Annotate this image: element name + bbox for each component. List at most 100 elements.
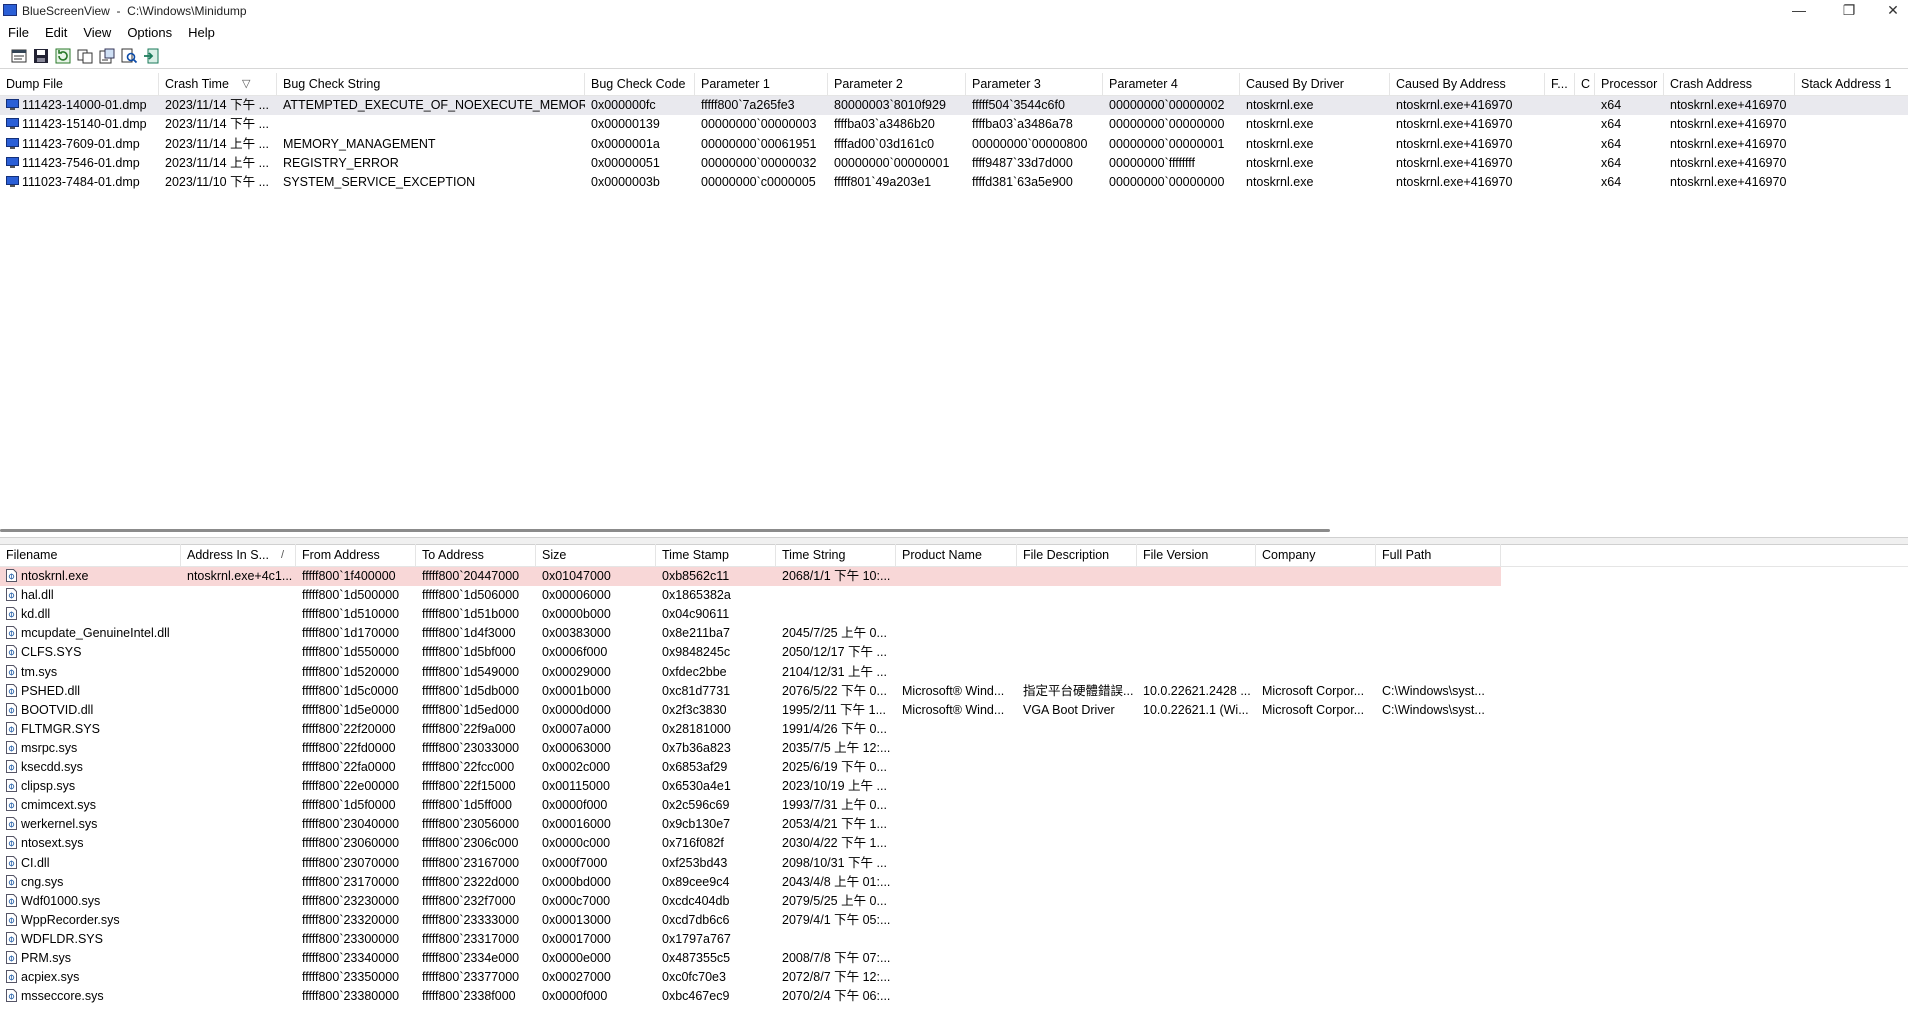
driver-row[interactable]: tm.sys fffff800`1d520000 fffff800`1d549000…: [0, 663, 1908, 682]
menu-file[interactable]: File: [0, 22, 37, 40]
driver-row[interactable]: kd.dll fffff800`1d510000 fffff800`1d51b000…: [0, 605, 1908, 624]
menu-help[interactable]: Help: [180, 22, 223, 40]
cell-to-address: fffff800`23033000: [416, 739, 536, 758]
driver-row[interactable]: cmimcext.sys fffff800`1d5f0000 fffff800`1d…: [0, 796, 1908, 815]
col-file-description[interactable]: File Description: [1017, 544, 1137, 566]
col-dump-file[interactable]: Dump File: [0, 73, 159, 95]
col-address-in-stack[interactable]: Address In S... /: [181, 544, 296, 566]
col-crash-address[interactable]: Crash Address: [1664, 73, 1795, 95]
driver-row[interactable]: acpiex.sys fffff800`23350000 fffff800`2337…: [0, 968, 1908, 987]
cell-file-version: [1137, 873, 1256, 892]
col-caused-by-address[interactable]: Caused By Address: [1390, 73, 1545, 95]
col-parameter-1[interactable]: Parameter 1: [695, 73, 828, 95]
cell-file-description: [1017, 815, 1137, 834]
driver-row[interactable]: Wdf01000.sys fffff800`23230000 fffff800`23…: [0, 892, 1908, 911]
save-icon[interactable]: [32, 47, 50, 65]
crash-row[interactable]: 111423-15140-01.dmp 2023/11/14 下午 ... 0x00…: [0, 115, 1908, 134]
col-filename[interactable]: Filename: [0, 544, 181, 566]
col-to-address[interactable]: To Address: [416, 544, 536, 566]
col-caused-by-driver[interactable]: Caused By Driver: [1240, 73, 1390, 95]
driver-row[interactable]: cng.sys fffff800`23170000 fffff800`2322d00…: [0, 873, 1908, 892]
col-stack-address-1[interactable]: Stack Address 1: [1795, 73, 1908, 95]
driver-row[interactable]: ksecdd.sys fffff800`22fa0000 fffff800`22fc…: [0, 758, 1908, 777]
cell-full-path: [1376, 624, 1501, 643]
col-c[interactable]: C: [1575, 73, 1595, 95]
col-processor[interactable]: Processor: [1595, 73, 1664, 95]
driver-row[interactable]: clipsp.sys fffff800`22e00000 fffff800`22f1…: [0, 777, 1908, 796]
cell-text: BOOTVID.dll: [21, 702, 94, 717]
cell-parameter-2: fffff801`49a203e1: [828, 173, 966, 192]
col-parameter-3[interactable]: Parameter 3: [966, 73, 1103, 95]
driver-row[interactable]: mcupdate_GenuineIntel.dll fffff800`1d1700…: [0, 624, 1908, 643]
crash-row[interactable]: 111423-14000-01.dmp 2023/11/14 下午 ... ATTE…: [0, 96, 1908, 115]
cell-text: fffff800`1d5bf000: [422, 645, 516, 660]
cell-text: fffff800`23040000: [302, 817, 400, 832]
driver-row[interactable]: hal.dll fffff800`1d500000 fffff800`1d50600…: [0, 586, 1908, 605]
cell-product-name: [896, 892, 1017, 911]
cell-address-in-stack: [181, 873, 296, 892]
cell-text: 2023/11/14 下午 ...: [165, 117, 269, 132]
cell-time-string: 1991/4/26 下午 0...: [776, 720, 896, 739]
copy-icon[interactable]: [76, 47, 94, 65]
driver-row[interactable]: CI.dll fffff800`23070000 fffff800`23167000…: [0, 854, 1908, 873]
cell-dump-file: 111423-7546-01.dmp: [0, 154, 159, 173]
crash-row[interactable]: 111423-7546-01.dmp 2023/11/14 上午 ... REGIS…: [0, 154, 1908, 173]
col-bug-check-string[interactable]: Bug Check String: [277, 73, 585, 95]
exit-icon[interactable]: [142, 47, 160, 65]
col-from-address[interactable]: From Address: [296, 544, 416, 566]
col-bug-check-code[interactable]: Bug Check Code: [585, 73, 695, 95]
properties-icon[interactable]: [10, 47, 28, 65]
cell-caused-by-address: ntoskrnl.exe+416970: [1390, 154, 1545, 173]
col-parameter-2[interactable]: Parameter 2: [828, 73, 966, 95]
cell-c: [1575, 135, 1595, 154]
driver-row[interactable]: PSHED.dll fffff800`1d5c0000 fffff800`1d5db…: [0, 682, 1908, 701]
find-icon[interactable]: [120, 47, 138, 65]
col-full-path[interactable]: Full Path: [1376, 544, 1501, 566]
menu-view[interactable]: View: [75, 22, 119, 40]
col-time-string[interactable]: Time String: [776, 544, 896, 566]
maximize-button[interactable]: ❐: [1826, 0, 1872, 22]
close-button[interactable]: ✕: [1870, 0, 1908, 22]
horizontal-scrollbar[interactable]: [0, 529, 1330, 532]
driver-row[interactable]: werkernel.sys fffff800`23040000 fffff800`2…: [0, 815, 1908, 834]
menu-options[interactable]: Options: [119, 22, 180, 40]
driver-row[interactable]: msseccore.sys fffff800`23380000 fffff800`2…: [0, 987, 1908, 1006]
driver-row[interactable]: msrpc.sys fffff800`22fd0000 fffff800`23033…: [0, 739, 1908, 758]
cell-text: 00000000`c0000005: [701, 175, 816, 190]
driver-row[interactable]: PRM.sys fffff800`23340000 fffff800`2334e00…: [0, 949, 1908, 968]
driver-file-icon: [6, 588, 17, 602]
col-time-stamp[interactable]: Time Stamp: [656, 544, 776, 566]
cell-text: 0x04c90611: [662, 607, 730, 622]
driver-row[interactable]: ntosext.sys fffff800`23060000 fffff800`230…: [0, 834, 1908, 853]
cell-text: cng.sys: [21, 874, 64, 889]
report-icon[interactable]: [98, 47, 116, 65]
driver-file-icon: [6, 740, 17, 754]
col-size[interactable]: Size: [536, 544, 656, 566]
menu-bar: File Edit View Options Help: [0, 22, 1908, 43]
cell-text: fffff800`7a265fe3: [701, 98, 795, 112]
crash-row[interactable]: 111023-7484-01.dmp 2023/11/10 下午 ... SYSTE…: [0, 173, 1908, 192]
col-crash-time[interactable]: Crash Time ▽: [159, 73, 277, 95]
col-f[interactable]: F...: [1545, 73, 1575, 95]
cell-product-name: [896, 624, 1017, 643]
cell-text: 111423-7546-01.dmp: [22, 155, 140, 170]
cell-from-address: fffff800`23170000: [296, 873, 416, 892]
cell-size: 0x0002c000: [536, 758, 656, 777]
refresh-icon[interactable]: [54, 47, 72, 65]
menu-edit[interactable]: Edit: [37, 22, 75, 40]
cell-text: 00000000`00000001: [834, 155, 950, 170]
driver-row[interactable]: WppRecorder.sys fffff800`23320000 fffff800…: [0, 911, 1908, 930]
col-parameter-4[interactable]: Parameter 4: [1103, 73, 1240, 95]
col-product-name[interactable]: Product Name: [896, 544, 1017, 566]
minimize-button[interactable]: —: [1776, 0, 1822, 22]
driver-row[interactable]: CLFS.SYS fffff800`1d550000 fffff800`1d5bf0…: [0, 643, 1908, 662]
driver-row[interactable]: BOOTVID.dll fffff800`1d5e0000 fffff800`1d5…: [0, 701, 1908, 720]
crash-row[interactable]: 111423-7609-01.dmp 2023/11/14 上午 ... MEMOR…: [0, 135, 1908, 154]
col-file-version[interactable]: File Version: [1137, 544, 1256, 566]
driver-row[interactable]: ntoskrnl.exe ntoskrnl.exe+4c1... fffff800`…: [0, 567, 1501, 586]
cell-address-in-stack: [181, 663, 296, 682]
cell-parameter-3: ffff9487`33d7d000: [966, 154, 1103, 173]
col-company[interactable]: Company: [1256, 544, 1376, 566]
driver-row[interactable]: FLTMGR.SYS fffff800`22f20000 fffff800`22f9…: [0, 720, 1908, 739]
driver-row[interactable]: WDFLDR.SYS fffff800`23300000 fffff800`2331…: [0, 930, 1908, 949]
